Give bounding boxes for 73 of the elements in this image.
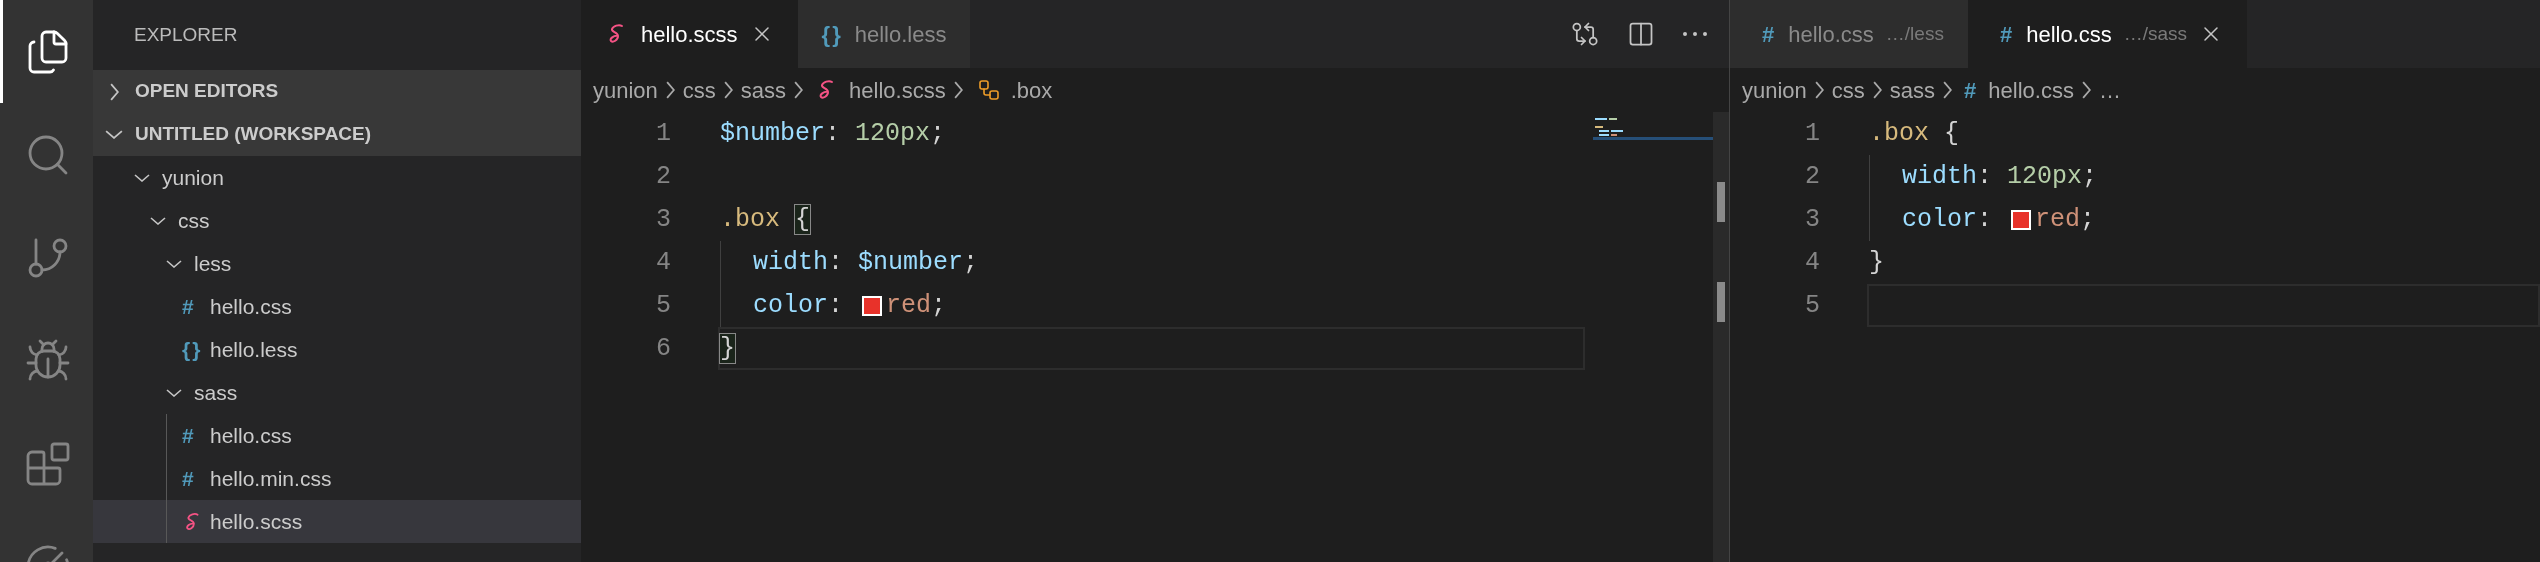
chevron-right-icon xyxy=(665,81,675,99)
tree-item[interactable]: # hello.css xyxy=(93,414,581,457)
breadcrumb[interactable]: .box xyxy=(970,73,1053,107)
breadcrumb[interactable]: yunion xyxy=(593,73,658,107)
tree-item[interactable]: yunion xyxy=(93,156,581,199)
line-number: 3 xyxy=(655,203,671,236)
file-type-icon: # xyxy=(182,290,196,323)
split-editor-icon[interactable] xyxy=(1627,20,1655,48)
file-type-icon: # xyxy=(182,462,196,495)
line-number: 3 xyxy=(1804,203,1820,236)
more-icon[interactable] xyxy=(1683,32,1707,36)
tab-description: …/less xyxy=(1885,21,1944,46)
chevron-right-icon xyxy=(2081,81,2091,99)
section-header[interactable]: OPEN EDITORS xyxy=(93,70,581,113)
section-header[interactable]: UNTITLED (WORKSPACE) xyxy=(93,113,581,156)
code-text: red; xyxy=(2035,203,2096,236)
editor-tab[interactable]: hello.scss xyxy=(581,0,798,68)
line-number: 5 xyxy=(655,289,671,322)
tree-item[interactable]: {} hello.less xyxy=(93,328,581,371)
breadcrumb[interactable]: yunion xyxy=(1742,73,1807,107)
line-number: 2 xyxy=(1804,160,1820,193)
tree-item[interactable]: less xyxy=(93,242,581,285)
code-text: $number: 120px; xyxy=(720,117,946,150)
code-text: red; xyxy=(886,289,947,322)
chevron-right-icon xyxy=(1814,81,1824,99)
tree-item[interactable]: hello.scss xyxy=(93,500,581,543)
line-number: 2 xyxy=(655,160,671,193)
breadcrumb[interactable]: # hello.css xyxy=(1960,73,2074,107)
tree-item[interactable]: css xyxy=(93,199,581,242)
file-type-icon: # xyxy=(182,419,196,452)
line-number: 4 xyxy=(1804,246,1820,279)
breadcrumb[interactable]: … xyxy=(2098,73,2121,107)
editor-tab[interactable]: {} hello.less xyxy=(797,0,971,68)
chevron-right-icon xyxy=(794,81,804,99)
sidebar-title: EXPLORER xyxy=(134,22,238,47)
line-number: 5 xyxy=(1804,289,1820,322)
symbol-icon xyxy=(976,78,1001,102)
chevron-right-icon xyxy=(1943,81,1953,99)
file-type-icon: # xyxy=(1762,17,1777,51)
line-number: 6 xyxy=(655,332,671,365)
code-text: color: xyxy=(753,289,845,322)
editor-tab[interactable]: # hello.css …/sass xyxy=(1967,0,2248,68)
file-type-icon: # xyxy=(1999,17,2015,51)
breadcrumb[interactable]: sass xyxy=(740,73,787,107)
color-swatch[interactable] xyxy=(862,295,883,316)
file-type-icon: {} xyxy=(821,17,843,51)
line-number: 1 xyxy=(655,117,671,150)
file-type-icon: {} xyxy=(182,333,203,366)
chevron-right-icon xyxy=(953,81,963,99)
code-text: .box { xyxy=(720,203,811,236)
code-text: color: xyxy=(1902,203,1994,236)
code-text: } xyxy=(1869,246,1884,279)
chevron-right-icon xyxy=(723,81,733,99)
code-text: } xyxy=(720,332,735,365)
code-text: .box { xyxy=(1869,117,1960,150)
tree-item[interactable]: sass xyxy=(93,371,581,414)
line-number: 4 xyxy=(655,246,671,279)
breadcrumb[interactable]: sass xyxy=(1889,73,1936,107)
tree-item[interactable]: # hello.min.css xyxy=(93,457,581,500)
color-swatch[interactable] xyxy=(2011,209,2032,230)
compare-icon[interactable] xyxy=(1571,20,1599,48)
line-number: 1 xyxy=(1804,117,1820,150)
code-text: width: 120px; xyxy=(1902,160,2098,193)
breadcrumb[interactable]: css xyxy=(1831,73,1865,107)
scrollbar[interactable] xyxy=(1713,112,1729,562)
tree-item[interactable]: # hello.css xyxy=(93,285,581,328)
tab-description: …/sass xyxy=(2123,21,2188,46)
breadcrumb[interactable]: css xyxy=(682,73,716,107)
editor-tab[interactable]: # hello.css …/less xyxy=(1730,0,1968,68)
chevron-right-icon xyxy=(1872,81,1882,99)
file-type-icon: # xyxy=(1964,73,1979,107)
code-text: width: $number; xyxy=(753,246,979,279)
breadcrumb[interactable]: hello.scss xyxy=(811,73,946,107)
